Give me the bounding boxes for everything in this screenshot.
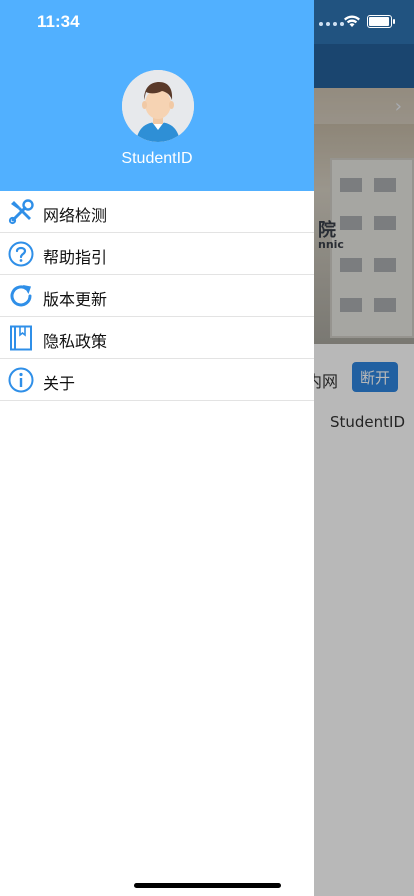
info-icon	[8, 367, 34, 393]
menu-item-about[interactable]: 关于	[0, 359, 314, 401]
menu-item-label: 关于	[43, 374, 76, 393]
tools-icon	[8, 199, 34, 225]
book-icon	[10, 325, 32, 351]
drawer-username: StudentID	[121, 150, 193, 167]
status-time: 11:34	[37, 12, 80, 31]
menu-item-version-update[interactable]: 版本更新	[0, 275, 314, 317]
question-icon	[8, 241, 34, 267]
avatar-image	[122, 70, 194, 142]
status-bar: 11:34	[0, 0, 414, 44]
wifi-icon	[344, 15, 360, 27]
side-drawer: StudentID 网络检测 帮助指引 版本更新 隐私政策 关于	[0, 0, 314, 896]
menu-item-label: 网络检测	[43, 206, 108, 225]
battery-icon	[367, 15, 395, 28]
menu-item-privacy-policy[interactable]: 隐私政策	[0, 317, 314, 359]
refresh-icon	[10, 285, 32, 307]
menu-item-network-check[interactable]: 网络检测	[0, 191, 314, 233]
menu-item-label: 帮助指引	[43, 248, 108, 267]
avatar[interactable]	[122, 70, 194, 142]
home-indicator[interactable]	[134, 883, 281, 888]
menu-item-label: 版本更新	[43, 290, 108, 309]
menu-item-help-guide[interactable]: 帮助指引	[0, 233, 314, 275]
menu-item-label: 隐私政策	[43, 332, 108, 351]
drawer-menu: 网络检测 帮助指引 版本更新 隐私政策 关于	[0, 191, 314, 401]
signal-icon	[319, 22, 344, 26]
